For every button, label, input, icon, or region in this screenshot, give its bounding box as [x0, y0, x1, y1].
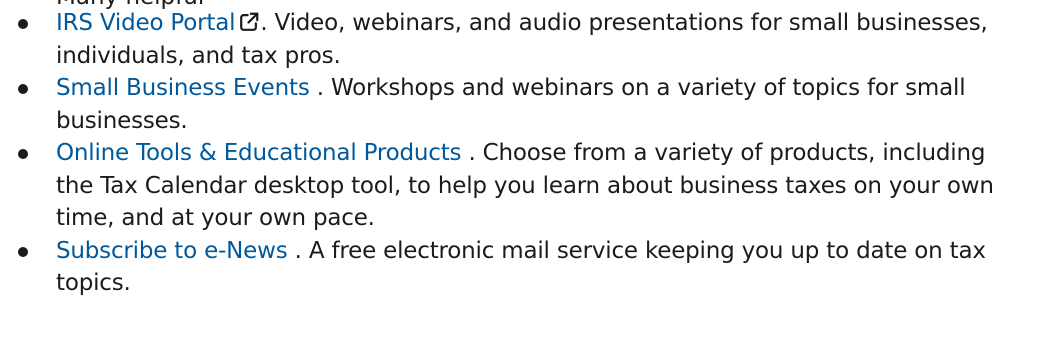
small-business-events-link[interactable]: Small Business Events: [56, 75, 310, 101]
item-separator: .: [309, 75, 331, 101]
item-separator: .: [461, 140, 483, 166]
item-separator: .: [287, 237, 309, 264]
online-tools-link[interactable]: Online Tools & Educational Products: [56, 140, 462, 166]
list-item: Subscribe to e-News . A free electronic …: [0, 235, 1043, 300]
list-item: Online Tools & Educational Products . Ch…: [0, 137, 1043, 235]
subscribe-enews-link[interactable]: Subscribe to e-News: [56, 238, 288, 264]
bullet-icon: [18, 149, 28, 159]
irs-video-portal-link[interactable]: IRS Video Portal: [56, 10, 236, 36]
bullet-icon: [18, 84, 28, 94]
list-item: IRS Video Portal. Video, webinars, and a…: [0, 7, 1043, 72]
list-item: Small Business Events . Workshops and we…: [0, 72, 1043, 137]
resource-list: IRS Video Portal. Video, webinars, and a…: [0, 7, 1043, 300]
bullet-icon: [18, 246, 28, 257]
bullet-icon: [18, 19, 28, 29]
external-link-icon[interactable]: [238, 11, 260, 33]
item-separator: .: [260, 10, 275, 36]
